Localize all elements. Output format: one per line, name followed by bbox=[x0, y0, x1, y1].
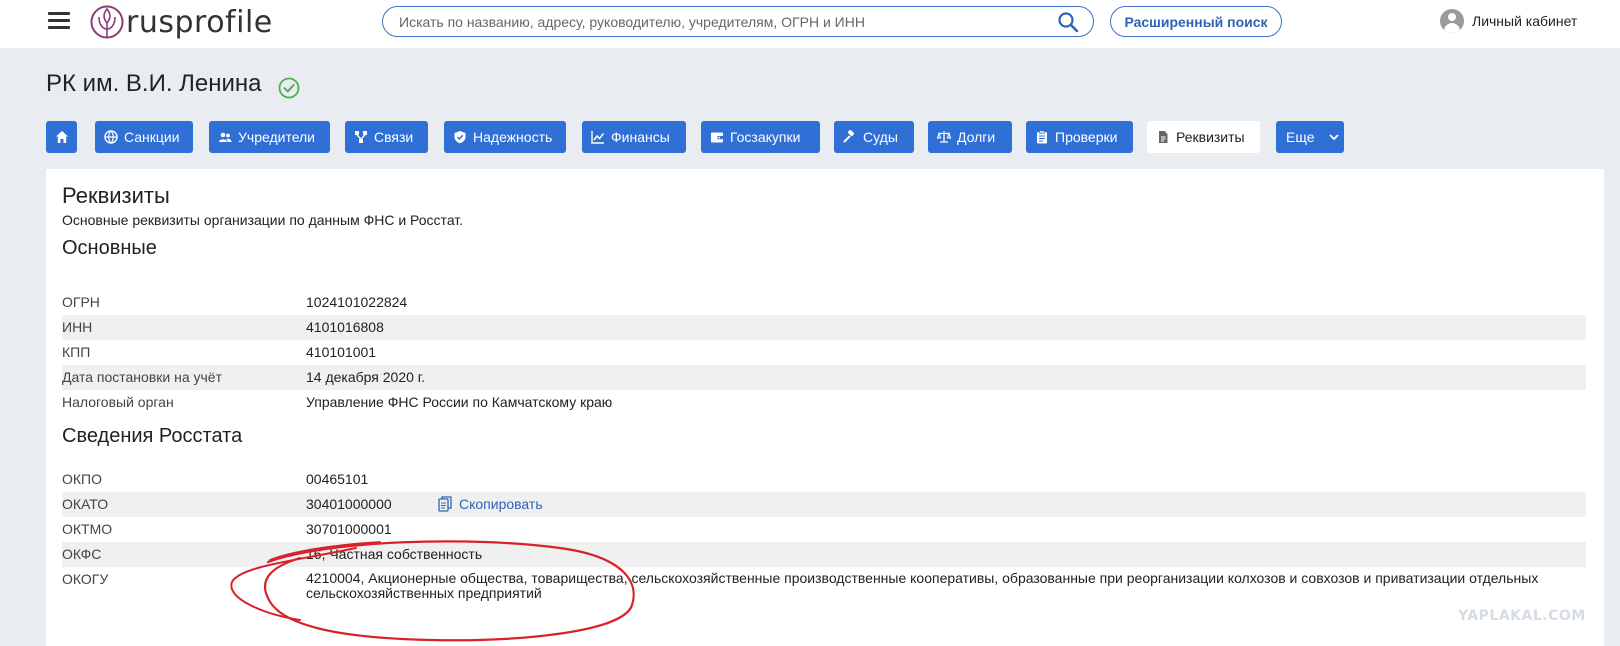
tab-label: Надежность bbox=[473, 129, 553, 145]
tab-founders[interactable]: Учредители bbox=[209, 121, 330, 153]
scales-icon bbox=[937, 130, 951, 144]
table-row: ОКАТО 30401000000 Скопировать bbox=[62, 492, 1586, 517]
tab-label: Санкции bbox=[124, 129, 180, 145]
row-label: ИНН bbox=[62, 319, 93, 335]
main-section-title: Основные bbox=[62, 237, 157, 259]
table-row: Дата постановки на учёт 14 декабря 2020 … bbox=[62, 365, 1586, 390]
top-bar: rusprofile Расширенный поиск Личный каби… bbox=[0, 0, 1620, 48]
tab-debts[interactable]: Долги bbox=[928, 121, 1012, 153]
row-label: ОГРН bbox=[62, 294, 100, 310]
row-label: ОКАТО bbox=[62, 496, 109, 512]
row-label: Дата постановки на учёт bbox=[62, 369, 222, 385]
network-icon bbox=[354, 130, 368, 144]
row-value: 30401000000 bbox=[306, 496, 392, 512]
home-icon bbox=[55, 130, 69, 144]
table-row: ОКФС 16, Частная собственность bbox=[62, 542, 1586, 567]
row-value: 14 декабря 2020 г. bbox=[306, 369, 426, 385]
tab-procurement[interactable]: Госзакупки bbox=[701, 121, 820, 153]
document-icon bbox=[1156, 130, 1170, 144]
copy-button[interactable]: Скопировать bbox=[438, 496, 543, 512]
row-value: 30701000001 bbox=[306, 521, 392, 537]
row-value: 4101016808 bbox=[306, 319, 384, 335]
search-icon[interactable] bbox=[1057, 11, 1079, 33]
avatar-icon bbox=[1440, 9, 1464, 33]
tab-label: Суды bbox=[863, 129, 898, 145]
people-icon bbox=[218, 130, 232, 144]
clipboard-icon bbox=[1035, 130, 1049, 144]
tab-finance[interactable]: Финансы bbox=[582, 121, 686, 153]
table-row: ОГРН 1024101022824 bbox=[62, 290, 1586, 315]
row-label: Налоговый орган bbox=[62, 394, 174, 410]
search-box bbox=[382, 6, 1094, 37]
tab-label: Долги bbox=[957, 129, 996, 145]
advanced-search-button[interactable]: Расширенный поиск bbox=[1110, 6, 1282, 37]
logo-text: rusprofile bbox=[126, 4, 273, 40]
copy-label: Скопировать bbox=[459, 496, 543, 512]
logo-mark-icon bbox=[90, 5, 124, 39]
tab-inspections[interactable]: Проверки bbox=[1026, 121, 1133, 153]
tab-home[interactable] bbox=[46, 121, 77, 153]
tab-sanctions[interactable]: Санкции bbox=[95, 121, 193, 153]
shield-check-icon bbox=[453, 130, 467, 144]
tab-requisites[interactable]: Реквизиты bbox=[1147, 121, 1260, 153]
row-label: ОКТМО bbox=[62, 521, 113, 537]
rosstat-table: ОКПО 00465101 ОКАТО 30401000000 Скопиров… bbox=[62, 467, 1586, 607]
table-row: ОКОГУ 4210004, Акционерные общества, тов… bbox=[62, 567, 1586, 607]
table-row: ИНН 4101016808 bbox=[62, 315, 1586, 340]
tab-label: Учредители bbox=[238, 129, 316, 145]
table-row: Налоговый орган Управление ФНС России по… bbox=[62, 390, 1586, 415]
search-input[interactable] bbox=[399, 12, 1039, 32]
tab-label: Связи bbox=[374, 129, 414, 145]
page-title: РК им. В.И. Ленина bbox=[46, 70, 262, 97]
row-value: 1024101022824 bbox=[306, 294, 408, 310]
row-value: 00465101 bbox=[306, 471, 369, 487]
menu-icon[interactable] bbox=[48, 12, 70, 32]
logo[interactable]: rusprofile bbox=[90, 4, 273, 40]
row-label: ОКФС bbox=[62, 546, 102, 562]
chevron-down-icon bbox=[1327, 130, 1341, 144]
chart-icon bbox=[591, 130, 605, 144]
rosstat-section-title: Сведения Росстата bbox=[62, 425, 243, 447]
row-label: ОКПО bbox=[62, 471, 102, 487]
row-value: 410101001 bbox=[306, 344, 377, 360]
table-row: ОКПО 00465101 bbox=[62, 467, 1586, 492]
tab-reliability[interactable]: Надежность bbox=[444, 121, 566, 153]
tab-courts[interactable]: Суды bbox=[834, 121, 914, 153]
tab-label: Еще bbox=[1286, 129, 1315, 145]
requisites-subtitle: Основные реквизиты организации по данным… bbox=[62, 212, 464, 228]
wallet-icon bbox=[710, 130, 724, 144]
row-value: Управление ФНС России по Камчатскому кра… bbox=[306, 394, 613, 410]
account-link[interactable]: Личный кабинет bbox=[1440, 9, 1577, 33]
table-row: ОКТМО 30701000001 bbox=[62, 517, 1586, 542]
row-label: КПП bbox=[62, 344, 91, 360]
globe-icon bbox=[104, 130, 118, 144]
row-value: 16, Частная собственность bbox=[306, 546, 483, 562]
requisites-card: Реквизиты Основные реквизиты организации… bbox=[46, 169, 1604, 646]
main-requisites-table: ОГРН 1024101022824 ИНН 4101016808 КПП 41… bbox=[62, 290, 1586, 415]
verified-check-icon bbox=[278, 77, 300, 99]
table-row: КПП 410101001 bbox=[62, 340, 1586, 365]
gavel-icon bbox=[843, 130, 857, 144]
requisites-title: Реквизиты bbox=[62, 183, 170, 208]
copy-icon bbox=[438, 496, 452, 512]
tab-more[interactable]: Еще bbox=[1276, 121, 1344, 153]
tab-label: Госзакупки bbox=[730, 129, 801, 145]
tab-label: Проверки bbox=[1055, 129, 1118, 145]
row-label: ОКОГУ bbox=[62, 571, 109, 587]
tab-links[interactable]: Связи bbox=[345, 121, 428, 153]
tab-label: Финансы bbox=[611, 129, 670, 145]
tab-label: Реквизиты bbox=[1176, 129, 1245, 145]
account-label: Личный кабинет bbox=[1472, 13, 1578, 29]
watermark: YAPLAKAL.COM bbox=[1458, 608, 1586, 624]
row-value: 4210004, Акционерные общества, товарищес… bbox=[306, 570, 1539, 601]
page-gutter bbox=[1604, 48, 1620, 646]
